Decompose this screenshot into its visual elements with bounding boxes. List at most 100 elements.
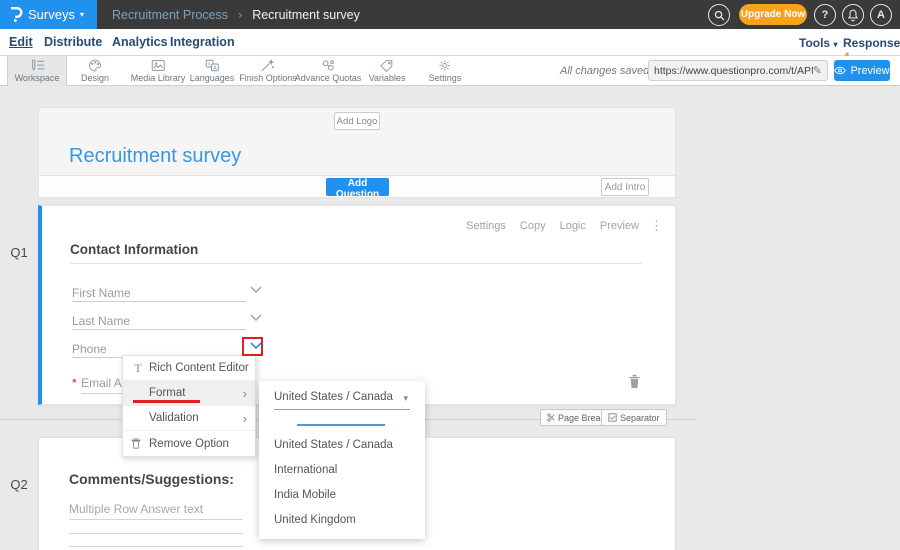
survey-title[interactable]: Recruitment survey: [69, 145, 241, 168]
tab-distribute[interactable]: Distribute: [44, 35, 102, 49]
toolbar-item-media-library[interactable]: Media Library: [131, 56, 186, 86]
title-divider: [70, 263, 642, 264]
field-underline: [72, 329, 246, 330]
breadcrumb-separator-icon: ›: [238, 8, 242, 22]
tab-edit[interactable]: Edit: [9, 35, 33, 49]
add-intro-button[interactable]: Add Intro: [601, 178, 649, 196]
answer-placeholder[interactable]: Multiple Row Answer text: [69, 502, 203, 516]
palette-icon: [88, 59, 102, 72]
autosave-status: All changes saved: [560, 65, 649, 77]
delete-option-button[interactable]: [628, 374, 641, 389]
field-dropdown-chevron-icon[interactable]: [250, 286, 262, 293]
menu-item-validation[interactable]: Validation ›: [123, 406, 255, 431]
format-option-us-canada[interactable]: United States / Canada: [274, 439, 393, 451]
field-label-last-name[interactable]: Last Name: [72, 314, 130, 328]
question-1-title[interactable]: Contact Information: [70, 242, 198, 257]
annotation-format-underline: [133, 400, 200, 403]
edit-url-icon[interactable]: ✎: [813, 64, 822, 77]
field-dropdown-chevron-icon[interactable]: [250, 314, 262, 321]
question-mark-icon: ?: [822, 9, 829, 21]
breadcrumb: Recruitment Process › Recruitment survey: [112, 0, 360, 29]
toolbar-item-settings[interactable]: Settings: [429, 56, 462, 86]
notifications-button[interactable]: [842, 4, 864, 26]
separator-button[interactable]: Separator: [601, 409, 667, 426]
caret-down-icon: ▾: [403, 393, 408, 404]
tag-icon: [380, 59, 394, 72]
eye-icon: [834, 66, 846, 75]
field-underline: [72, 301, 246, 302]
translate-icon: xA: [204, 59, 219, 72]
gear-icon: [438, 59, 452, 72]
tab-integration[interactable]: Integration: [170, 35, 235, 49]
toolbar-item-advance-quotas[interactable]: Advance Quotas: [295, 56, 362, 86]
annotation-phone-chevron-highlight: [242, 337, 263, 356]
search-icon: [714, 10, 725, 21]
upgrade-now-button[interactable]: Upgrade Now: [739, 4, 807, 25]
surveys-product-menu[interactable]: Surveys ▾: [0, 0, 97, 29]
format-select[interactable]: United States / Canada ▾: [274, 391, 410, 410]
submenu-active-indicator: [297, 424, 385, 426]
trash-icon: [628, 374, 641, 389]
breadcrumb-current: Recruitment survey: [252, 8, 360, 22]
question-more-menu[interactable]: ⋮: [650, 218, 663, 234]
page-break-icon: [547, 413, 555, 422]
account-avatar[interactable]: A: [870, 4, 892, 26]
bell-icon: [847, 9, 859, 22]
tab-analytics[interactable]: Analytics: [112, 35, 168, 49]
trash-outline-icon: [131, 438, 145, 449]
answer-line: [69, 546, 243, 547]
toolbar-item-finish-options[interactable]: Finish Options: [239, 56, 297, 86]
svg-text:x: x: [208, 62, 211, 68]
chevron-right-icon: ›: [243, 387, 247, 400]
menu-item-remove-option[interactable]: Remove Option: [123, 431, 255, 456]
field-label-first-name[interactable]: First Name: [72, 286, 131, 300]
format-selected-value: United States / Canada: [274, 391, 393, 403]
field-row-first-name: First Name: [72, 284, 284, 302]
add-logo-button[interactable]: Add Logo: [334, 112, 380, 130]
breadcrumb-parent-link[interactable]: Recruitment Process: [112, 8, 228, 22]
tools-dropdown[interactable]: Tools ▾: [799, 36, 837, 50]
product-menu-label: Surveys: [28, 7, 75, 22]
magic-wand-icon: [261, 59, 276, 72]
question-actions: Settings Copy Logic Preview: [466, 220, 639, 232]
toolbar-item-design[interactable]: Design: [81, 56, 109, 86]
question-settings-link[interactable]: Settings: [466, 220, 506, 232]
required-asterisk: *: [72, 376, 77, 390]
field-row-last-name: Last Name: [72, 312, 284, 330]
format-option-india-mobile[interactable]: India Mobile: [274, 489, 336, 501]
question-2-title[interactable]: Comments/Suggestions:: [69, 471, 234, 487]
menu-item-rich-content-editor[interactable]: T Rich Content Editor: [123, 356, 255, 381]
toolbar-item-variables[interactable]: Variables: [369, 56, 406, 86]
questionpro-logo-icon: [8, 6, 23, 23]
question-preview-link[interactable]: Preview: [600, 220, 639, 232]
question-1-number: Q1: [0, 245, 38, 260]
question-copy-link[interactable]: Copy: [520, 220, 546, 232]
option-context-menu: T Rich Content Editor Format › Validatio…: [122, 355, 256, 457]
preview-button[interactable]: Preview: [834, 60, 890, 81]
question-logic-link[interactable]: Logic: [560, 220, 586, 232]
format-option-international[interactable]: International: [274, 464, 337, 476]
field-label-phone[interactable]: Phone: [72, 342, 107, 356]
workspace-icon: [30, 59, 45, 72]
search-button[interactable]: [708, 4, 730, 26]
separator-icon: [608, 413, 617, 422]
add-question-button[interactable]: Add Question: [326, 178, 389, 196]
toolbar-item-languages[interactable]: xA Languages: [190, 56, 235, 86]
toolbar-item-workspace[interactable]: Workspace: [7, 56, 67, 86]
editor-toolbar: Workspace Design Media Library xA Langua…: [0, 56, 900, 86]
image-icon: [151, 59, 166, 72]
text-editor-icon: T: [131, 361, 145, 376]
survey-header-panel: Add Logo Recruitment survey: [38, 107, 676, 175]
answer-line: [69, 519, 243, 520]
question-2-number: Q2: [0, 477, 38, 492]
main-tab-bar: Edit Distribute Analytics Integration To…: [0, 29, 900, 56]
add-question-strip: Add Question Add Intro: [38, 175, 676, 198]
avatar-initial: A: [877, 9, 885, 21]
chevron-down-icon: ▾: [833, 40, 837, 49]
survey-url-field[interactable]: https://www.questionpro.com/t/APNrFZ ✎: [648, 60, 828, 81]
chevron-down-icon: ▾: [80, 10, 84, 19]
format-option-united-kingdom[interactable]: United Kingdom: [274, 514, 356, 526]
help-button[interactable]: ?: [814, 4, 836, 26]
chevron-right-icon: ›: [243, 412, 247, 425]
survey-url-value: https://www.questionpro.com/t/APNrFZ: [654, 65, 813, 77]
